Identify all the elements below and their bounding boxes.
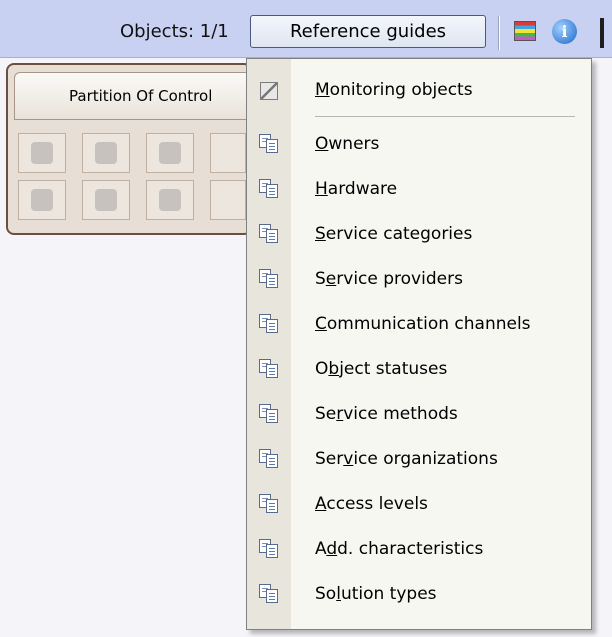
reference-guides-button[interactable]: Reference guides: [250, 15, 486, 48]
document-icon: [258, 539, 280, 559]
document-icon: [258, 449, 280, 469]
document-icon: [258, 314, 280, 334]
object-icon: [95, 189, 117, 211]
partition-grid-cell[interactable]: [210, 180, 246, 220]
menu-item-service-categories[interactable]: Service categories: [247, 211, 591, 257]
menu-item-label: Add. characteristics: [315, 539, 484, 559]
menu-item-service-methods[interactable]: Service methods: [247, 391, 591, 437]
menu-item-label: Service organizations: [315, 449, 498, 469]
color-grid-icon[interactable]: [514, 21, 536, 41]
menu-item-service-providers[interactable]: Service providers: [247, 256, 591, 302]
document-icon: [258, 269, 280, 289]
menu-item-service-organizations[interactable]: Service organizations: [247, 436, 591, 482]
menu-item-label: Solution types: [315, 584, 437, 604]
partition-grid-cell[interactable]: [210, 133, 246, 173]
toolbar-edge: [600, 18, 604, 48]
document-icon: [258, 404, 280, 424]
menu-item-label: Hardware: [315, 179, 398, 199]
document-icon: [258, 224, 280, 244]
menu-item-object-statuses[interactable]: Object statuses: [247, 346, 591, 392]
menu-item-label: Communication channels: [315, 314, 531, 334]
menu-item-owners[interactable]: Owners: [247, 121, 591, 167]
info-icon[interactable]: i: [552, 19, 577, 44]
partition-title[interactable]: Partition Of Control: [14, 72, 252, 120]
document-icon: [258, 494, 280, 514]
menu-item-label: Owners: [315, 134, 380, 154]
monitoring-objects-icon: [260, 82, 278, 100]
menu-item-label: Monitoring objects: [315, 80, 473, 100]
document-icon: [258, 134, 280, 154]
menu-item-add-characteristics[interactable]: Add. characteristics: [247, 526, 591, 572]
document-icon: [258, 179, 280, 199]
menu-item-label: Service methods: [315, 404, 458, 424]
object-icon: [31, 142, 53, 164]
menu-item-label: Service categories: [315, 224, 473, 244]
partition-grid-cell[interactable]: [146, 133, 194, 173]
partition-grid-cell[interactable]: [18, 133, 66, 173]
object-icon: [31, 189, 53, 211]
document-icon: [258, 584, 280, 604]
objects-count-label: Objects: 1/1: [120, 21, 229, 42]
menu-item-label: Service providers: [315, 269, 463, 289]
object-icon: [159, 189, 181, 211]
menu-item-hardware[interactable]: Hardware: [247, 166, 591, 212]
toolbar-separator: [498, 16, 500, 50]
object-icon: [159, 142, 181, 164]
menu-separator: [315, 116, 575, 117]
menu-item-access-levels[interactable]: Access levels: [247, 481, 591, 527]
menu-item-label: Object statuses: [315, 359, 448, 379]
document-icon: [258, 359, 280, 379]
partition-grid-cell[interactable]: [146, 180, 194, 220]
object-icon: [95, 142, 117, 164]
menu-item-monitoring-objects[interactable]: Monitoring objects: [247, 67, 591, 113]
reference-guides-menu: Monitoring objects Owners Hardware Servi…: [246, 58, 592, 630]
menu-item-label: Access levels: [315, 494, 428, 514]
menu-item-solution-types[interactable]: Solution types: [247, 571, 591, 617]
menu-item-communication-channels[interactable]: Communication channels: [247, 301, 591, 347]
partition-grid-cell[interactable]: [82, 133, 130, 173]
partition-grid-cell[interactable]: [18, 180, 66, 220]
top-toolbar: Objects: 1/1 Reference guides i: [0, 0, 612, 58]
partition-grid-cell[interactable]: [82, 180, 130, 220]
